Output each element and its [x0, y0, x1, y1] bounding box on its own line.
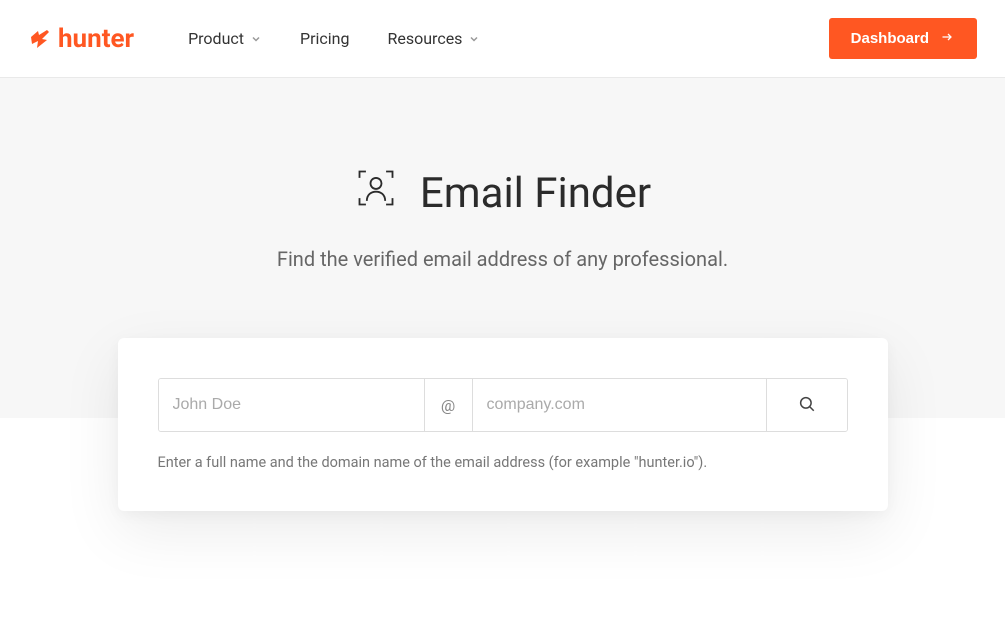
full-name-input[interactable] — [159, 379, 425, 431]
brand-name: hunter — [58, 24, 134, 54]
person-scan-icon — [354, 166, 398, 221]
nav-pricing-label: Pricing — [300, 29, 350, 48]
arrow-right-icon — [939, 30, 955, 47]
main-nav: Product Pricing Resources — [188, 29, 480, 48]
chevron-down-icon — [468, 33, 480, 45]
nav-product[interactable]: Product — [188, 29, 262, 48]
page-title-text: Email Finder — [420, 169, 651, 218]
page-subtitle: Find the verified email address of any p… — [0, 247, 1005, 271]
site-header: hunter Product Pricing Resources Dashboa… — [0, 0, 1005, 78]
chevron-down-icon — [250, 33, 262, 45]
search-button[interactable] — [767, 379, 847, 431]
at-separator: @ — [425, 379, 473, 431]
dashboard-button-label: Dashboard — [851, 30, 929, 47]
form-hint: Enter a full name and the domain name of… — [158, 454, 848, 471]
page-title: Email Finder — [354, 166, 651, 221]
nav-resources[interactable]: Resources — [388, 29, 481, 48]
search-card: @ Enter a full name and the domain name … — [118, 338, 888, 511]
nav-product-label: Product — [188, 29, 244, 48]
search-form: @ — [158, 378, 848, 432]
domain-input[interactable] — [473, 379, 767, 431]
nav-pricing[interactable]: Pricing — [300, 29, 350, 48]
hunter-logo-icon — [28, 27, 52, 51]
nav-resources-label: Resources — [388, 29, 463, 48]
dashboard-button[interactable]: Dashboard — [829, 18, 977, 59]
search-icon — [798, 395, 816, 416]
brand-logo[interactable]: hunter — [28, 24, 134, 54]
